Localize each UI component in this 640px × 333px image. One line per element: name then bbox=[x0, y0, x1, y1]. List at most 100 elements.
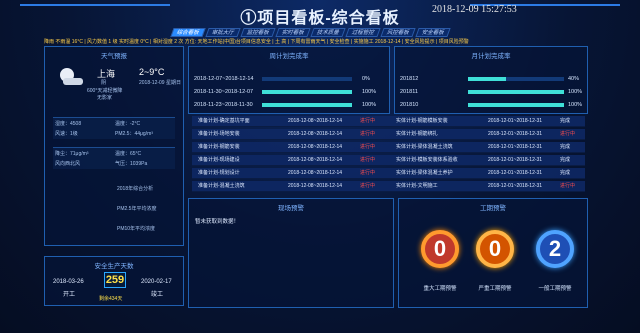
task-row[interactable]: 准备计划-现场建设 2018-12-08~2018-12-14 进行中 实体计划-模板… bbox=[192, 155, 585, 166]
monthly-month: 201812 bbox=[400, 76, 419, 82]
wind-dir-label: 风向西北风 bbox=[55, 161, 81, 167]
weekly-bar-fill bbox=[262, 103, 352, 107]
pm25-label: PM2.5年平均浓度 bbox=[117, 206, 157, 212]
monthly-pct: 40% bbox=[568, 76, 580, 82]
task-status-right: 完成 bbox=[560, 170, 571, 176]
start-date: 2018-03-26 bbox=[53, 279, 84, 285]
monthly-row: 201812 40% bbox=[400, 74, 585, 84]
task-row[interactable]: 准备计划-场地安装 2018-12-08~2018-12-14 进行中 实体计划-钢筋… bbox=[192, 129, 585, 140]
wind-label: 风速：1级 bbox=[55, 131, 78, 137]
tab-process[interactable]: 过程管控 bbox=[345, 28, 381, 37]
task-range-right: 2018-12-01~2018-12-31 bbox=[488, 170, 543, 176]
pressure-label: 气压：1039Pa bbox=[115, 161, 148, 167]
site-alert-panel: 现场预警 暂未获取到数据！ bbox=[188, 198, 394, 308]
tab-realtime[interactable]: 实时看板 bbox=[275, 28, 311, 37]
task-name-right: 实体计划-梁体混凝土养护 bbox=[396, 170, 453, 176]
task-range-right: 2018-12-01~2018-12-31 bbox=[488, 183, 543, 189]
monthly-bar-track bbox=[468, 90, 564, 94]
weekly-range: 2018-12-07~2018-12-14 bbox=[194, 76, 254, 82]
task-status-right: 完成 bbox=[560, 157, 571, 163]
tab-quality[interactable]: 技术质量 bbox=[310, 28, 346, 37]
task-name-left: 准备计划-场地安装 bbox=[198, 131, 240, 137]
start-label: 开工 bbox=[63, 292, 76, 298]
tab-monitor[interactable]: 监控看板 bbox=[240, 28, 276, 37]
monthly-month: 201810 bbox=[400, 102, 419, 108]
task-range-left: 2018-12-08~2018-12-14 bbox=[288, 157, 343, 163]
safety-day-counter: 259 bbox=[104, 272, 126, 288]
task-row[interactable]: 准备计划-规划设计 2018-12-08~2018-12-14 进行中 实体计划-梁体… bbox=[192, 168, 585, 179]
monthly-title: 月计划完成率 bbox=[471, 53, 511, 60]
weekly-bar-track bbox=[262, 90, 352, 94]
condition: 阴 bbox=[101, 80, 107, 86]
temp-label: 温度：-2°C bbox=[115, 121, 141, 127]
tab-approval[interactable]: 审批大厅 bbox=[205, 28, 241, 37]
task-range-left: 2018-12-08~2018-12-14 bbox=[288, 144, 343, 150]
task-status-left: 进行中 bbox=[360, 183, 376, 189]
task-range-left: 2018-12-08~2018-12-14 bbox=[288, 170, 343, 176]
task-name-left: 准备计划-混凝土浇筑 bbox=[198, 183, 245, 189]
task-range-right: 2018-12-01~2018-12-31 bbox=[488, 144, 543, 150]
ticker: 降雨 不雨温 16°C | 风力数值 1 级 实时温度 0°C | 相对湿度 2… bbox=[44, 39, 469, 45]
severe-alert-label: 严重工期预警 bbox=[478, 286, 512, 292]
task-row[interactable]: 准备计划-确定基坑平面 2018-12-08~2018-12-14 进行中 实体计划-… bbox=[192, 116, 585, 127]
general-alert-count: 2 bbox=[536, 230, 574, 268]
pm10-label: PM10年平均浓度 bbox=[117, 226, 156, 232]
task-status-right: 进行中 bbox=[560, 131, 576, 137]
page-title: ①项目看板-综合看板 bbox=[240, 10, 400, 27]
task-range-right: 2018-12-01~2018-12-31 bbox=[488, 157, 543, 163]
monthly-bar-fill bbox=[468, 103, 564, 107]
dust-label: 降尘：71μg/m³ bbox=[55, 151, 89, 157]
task-status-right: 进行中 bbox=[560, 183, 576, 189]
major-alert-label: 重大工期预警 bbox=[423, 286, 457, 292]
remaining-days: 剩余434天 bbox=[99, 296, 123, 302]
weather-row-1: 湿度：4508 温度：-2°C 风速：1级 PM2.5：44μg/m³ bbox=[53, 117, 175, 139]
task-range-left: 2018-12-08~2018-12-14 bbox=[288, 131, 343, 137]
weekly-range: 2018-11-30~2018-12-07 bbox=[194, 89, 254, 95]
period-alert-title: 工期预警 bbox=[480, 205, 506, 212]
end-date: 2020-02-17 bbox=[141, 279, 172, 285]
monthly-month: 201811 bbox=[400, 89, 418, 95]
weekly-title: 周计划完成率 bbox=[269, 53, 309, 60]
task-status-left: 进行中 bbox=[360, 144, 376, 150]
task-range-left: 2018-12-08~2018-12-14 bbox=[288, 183, 343, 189]
aqi-text: 600°天减轻微降 bbox=[87, 88, 123, 94]
temperature-range: 2~9°C bbox=[139, 67, 165, 77]
task-name-right: 实体计划-钢筋模板安装 bbox=[396, 118, 448, 124]
analysis-label: 2018年综合分析 bbox=[117, 186, 154, 192]
severe-alert-count: 0 bbox=[476, 230, 514, 268]
task-status-left: 进行中 bbox=[360, 131, 376, 137]
site-alert-message: 暂未获取到数据！ bbox=[195, 219, 240, 225]
weekly-row: 2018-12-07~2018-12-14 0% bbox=[194, 74, 384, 84]
task-name-right: 实体计划-梁体混凝土浇筑 bbox=[396, 144, 453, 150]
wind-text: 无影家 bbox=[97, 95, 113, 101]
weather-title: 天气预报 bbox=[101, 53, 127, 60]
monthly-row: 201810 100% bbox=[400, 100, 585, 110]
cloud-moon-icon bbox=[60, 68, 83, 85]
task-row[interactable]: 准备计划-混凝土浇筑 2018-12-08~2018-12-14 进行中 实体计划-文… bbox=[192, 181, 585, 192]
tab-risk[interactable]: 风控看板 bbox=[380, 28, 416, 37]
task-name-left: 准备计划-现场建设 bbox=[198, 157, 240, 163]
weather-date: 2018-12-09 星期日 bbox=[139, 80, 181, 86]
dashboard: ①项目看板-综合看板 2018-12-09 15:27:53 综合看板 审批大厅… bbox=[0, 0, 640, 333]
task-status-left: 进行中 bbox=[360, 157, 376, 163]
tab-bar: 综合看板 审批大厅 监控看板 实时看板 技术质量 过程管控 风控看板 安全看板 bbox=[170, 28, 451, 37]
major-alert-count: 0 bbox=[421, 230, 459, 268]
weekly-row: 2018-11-30~2018-12-07 100% bbox=[194, 87, 384, 97]
task-name-right: 实体计划-文明施工 bbox=[396, 183, 438, 189]
monthly-pct: 100% bbox=[568, 89, 583, 95]
weekly-row: 2018-11-23~2018-11-30 100% bbox=[194, 100, 384, 110]
tab-safety[interactable]: 安全看板 bbox=[415, 28, 451, 37]
task-name-left: 准备计划-规划设计 bbox=[198, 170, 240, 176]
task-name-right: 实体计划-钢筋绑扎 bbox=[396, 131, 438, 137]
weather-row-2: 降尘：71μg/m³ 温度：65°C 风向西北风 气压：1039Pa bbox=[53, 147, 175, 169]
task-row[interactable]: 准备计划-钢筋安装 2018-12-08~2018-12-14 进行中 实体计划-梁体… bbox=[192, 142, 585, 153]
task-status-right: 完成 bbox=[560, 144, 571, 150]
humidity-label: 湿度：4508 bbox=[55, 121, 82, 127]
safety-title: 安全生产天数 bbox=[94, 263, 134, 270]
weekly-range: 2018-11-23~2018-11-30 bbox=[194, 102, 253, 108]
tab-overview[interactable]: 综合看板 bbox=[170, 28, 206, 37]
weather-panel: 天气预报 上海 2~9°C 阴 2018-12-09 星期日 600°天减轻微降… bbox=[44, 46, 184, 246]
task-name-right: 实体计划-模板安装体系验收 bbox=[396, 157, 458, 163]
general-alert-label: 一般工期预警 bbox=[538, 286, 572, 292]
temp2-label: 温度：65°C bbox=[115, 151, 142, 157]
